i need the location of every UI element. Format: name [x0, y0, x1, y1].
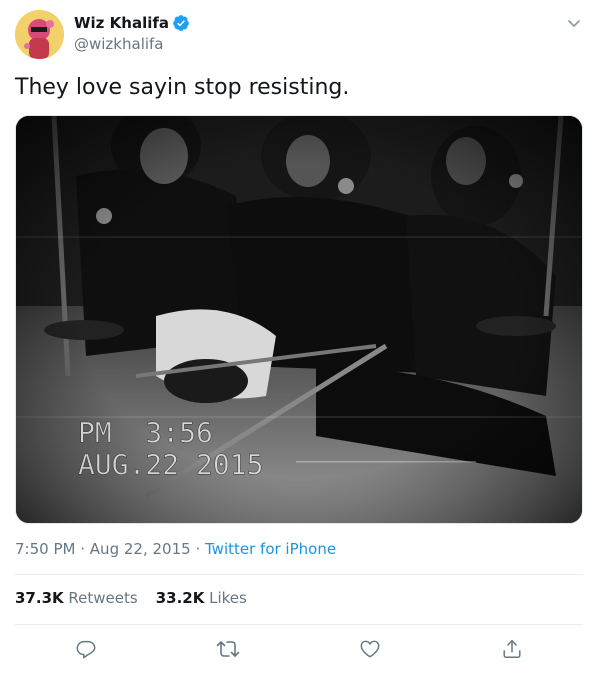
meta-separator: ·: [195, 540, 201, 558]
retweets-label: Retweets: [68, 589, 138, 607]
retweets-stat[interactable]: 37.3K Retweets: [15, 589, 138, 607]
verified-badge-icon: [172, 14, 190, 32]
divider: [15, 624, 583, 625]
tweet-stats: 37.3K Retweets 33.2K Likes: [15, 587, 247, 609]
likes-label: Likes: [209, 589, 247, 607]
vhs-timestamp-date: AUG.22 2015: [78, 448, 263, 481]
reply-icon[interactable]: [73, 636, 99, 662]
retweets-count: 37.3K: [15, 589, 64, 607]
retweet-icon[interactable]: [215, 636, 241, 662]
meta-separator: ·: [80, 540, 86, 558]
tweet-photo[interactable]: PM 3:56 AUG.22 2015: [15, 115, 583, 524]
display-name[interactable]: Wiz Khalifa: [74, 14, 169, 32]
tweet-header: Wiz Khalifa @wizkhalifa: [15, 10, 583, 60]
likes-count: 33.2K: [155, 589, 205, 607]
likes-stat[interactable]: 33.2K Likes: [156, 589, 247, 607]
share-icon[interactable]: [499, 636, 525, 662]
tweet-time[interactable]: 7:50 PM: [15, 540, 75, 558]
tweet-text: They love sayin stop resisting.: [15, 75, 350, 100]
tweet-actions: [15, 634, 583, 664]
tweet-date[interactable]: Aug 22, 2015: [90, 540, 191, 558]
divider: [15, 574, 583, 575]
tweet-metadata: 7:50 PM · Aug 22, 2015 · Twitter for iPh…: [15, 538, 336, 560]
author-info[interactable]: Wiz Khalifa @wizkhalifa: [74, 12, 190, 54]
chevron-down-icon[interactable]: [565, 14, 583, 32]
avatar[interactable]: [15, 10, 64, 59]
user-handle[interactable]: @wizkhalifa: [74, 34, 190, 54]
heart-icon[interactable]: [357, 636, 383, 662]
tweet-source-link[interactable]: Twitter for iPhone: [205, 540, 336, 558]
tweet-detail: Wiz Khalifa @wizkhalifa They love sayin …: [0, 0, 598, 673]
vhs-timestamp-time: PM 3:56: [78, 416, 213, 449]
